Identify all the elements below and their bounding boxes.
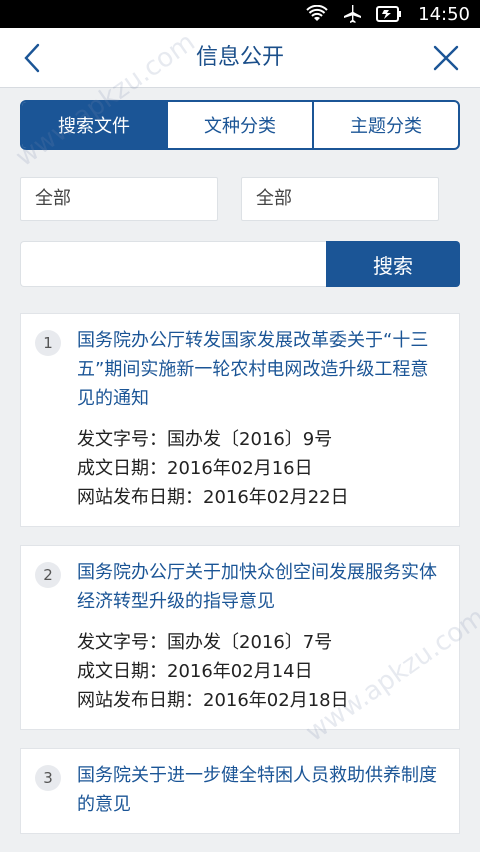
created-date: 成文日期：2016年02月14日 xyxy=(77,661,313,682)
item-number: 2 xyxy=(35,562,61,588)
category-tabs: 搜索文件 文种分类 主题分类 xyxy=(20,100,460,150)
airplane-icon xyxy=(342,4,362,24)
list-item[interactable]: 3 国务院关于进一步健全特困人员救助供养制度的意见 xyxy=(20,748,460,834)
created-date: 成文日期：2016年02月16日 xyxy=(77,458,313,479)
search-input[interactable] xyxy=(20,241,326,287)
item-meta: 发文字号：国办发〔2016〕7号 成文日期：2016年02月14日 网站发布日期… xyxy=(77,628,443,715)
tab-search-files[interactable]: 搜索文件 xyxy=(22,102,168,148)
item-title-link[interactable]: 国务院办公厅转发国家发展改革委关于“十三五”期间实施新一轮农村电网改造升级工程意… xyxy=(77,326,443,413)
close-icon[interactable] xyxy=(432,44,460,72)
battery-icon xyxy=(376,5,402,23)
item-meta: 发文字号：国办发〔2016〕9号 成文日期：2016年02月16日 网站发布日期… xyxy=(77,425,443,512)
list-item[interactable]: 2 国务院办公厅关于加快众创空间发展服务实体经济转型升级的指导意见 发文字号：国… xyxy=(20,545,460,730)
search-button[interactable]: 搜索 xyxy=(326,241,460,287)
published-date: 网站发布日期：2016年02月22日 xyxy=(77,487,349,508)
published-date: 网站发布日期：2016年02月18日 xyxy=(77,690,349,711)
doc-number: 发文字号：国办发〔2016〕9号 xyxy=(77,429,333,450)
item-number: 1 xyxy=(35,330,61,356)
item-title-link[interactable]: 国务院办公厅关于加快众创空间发展服务实体经济转型升级的指导意见 xyxy=(77,558,443,616)
list-item[interactable]: 1 国务院办公厅转发国家发展改革委关于“十三五”期间实施新一轮农村电网改造升级工… xyxy=(20,313,460,527)
tab-topic[interactable]: 主题分类 xyxy=(314,102,458,148)
search-row: 搜索 xyxy=(20,241,460,287)
item-number: 3 xyxy=(35,765,61,791)
page-title: 信息公开 xyxy=(195,45,284,70)
item-title-link[interactable]: 国务院关于进一步健全特困人员救助供养制度的意见 xyxy=(77,761,443,819)
status-time: 14:50 xyxy=(418,3,470,25)
wifi-icon xyxy=(306,5,328,23)
tab-doc-type[interactable]: 文种分类 xyxy=(168,102,314,148)
doc-number: 发文字号：国办发〔2016〕7号 xyxy=(77,632,333,653)
app-header: 信息公开 xyxy=(0,28,480,88)
status-bar: 14:50 xyxy=(0,0,480,28)
result-list: 1 国务院办公厅转发国家发展改革委关于“十三五”期间实施新一轮农村电网改造升级工… xyxy=(20,313,460,852)
filter-select-right[interactable]: 全部 xyxy=(241,177,439,221)
filter-select-left[interactable]: 全部 xyxy=(20,177,218,221)
